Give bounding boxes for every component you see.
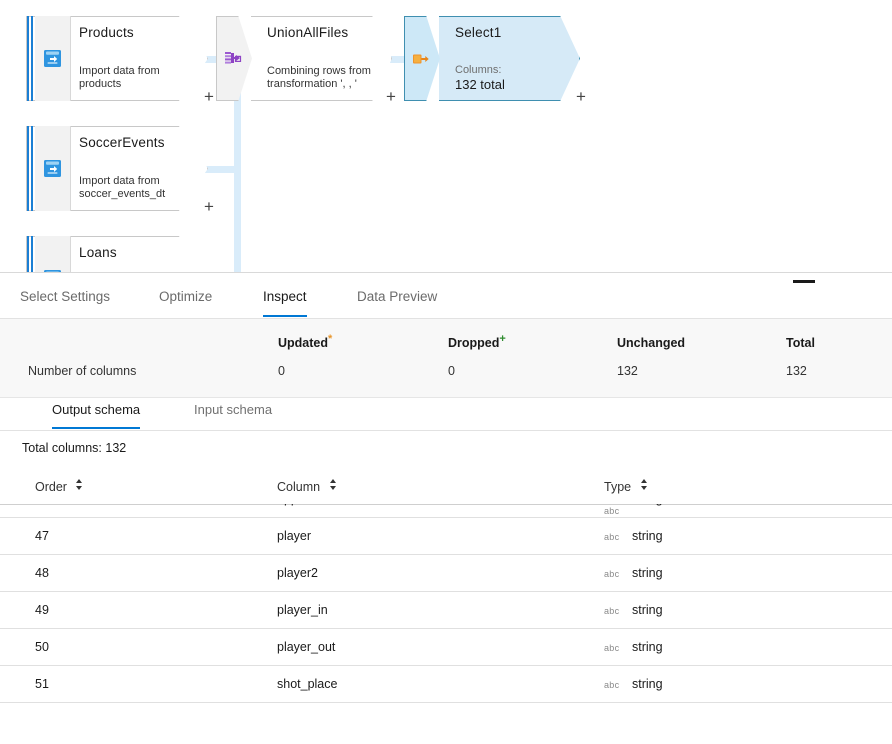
stats-header-total: Total (786, 336, 815, 350)
schema-tab-bar: Output schema Input schema (0, 397, 892, 431)
schema-grid-body[interactable]: 46 opponent abc string 47 player abc str… (0, 504, 892, 729)
cell-column: opponent (277, 504, 329, 506)
inspect-panel: Select Settings Optimize Inspect Data Pr… (0, 272, 892, 744)
union-icon (216, 16, 252, 101)
add-node-plus-button[interactable]: + (386, 88, 396, 105)
type-abc-icon: abc (604, 680, 620, 690)
table-row[interactable]: 46 opponent abc string (0, 504, 892, 518)
select-icon (404, 16, 440, 101)
sort-toggle-icon[interactable] (640, 479, 648, 493)
type-abc-icon: abc (604, 506, 620, 516)
cell-column: player2 (277, 566, 318, 580)
column-header-column[interactable]: Column (277, 479, 337, 494)
add-node-plus-button[interactable]: + (576, 88, 586, 105)
stats-header-unchanged: Unchanged (617, 336, 686, 350)
type-abc-icon: abc (604, 606, 620, 616)
cell-type: string (632, 640, 663, 654)
tab-select-settings[interactable]: Select Settings (20, 283, 110, 317)
cell-type: string (632, 603, 663, 617)
node-meta-label: Columns: (455, 64, 502, 76)
schema-grid-header: Order Column Type (0, 476, 892, 505)
cell-order: 46 (35, 504, 49, 506)
node-text: SoccerEvents Import data from soccer_eve… (72, 126, 208, 211)
node-meta-value: 132 total (455, 77, 505, 92)
cell-order: 47 (35, 529, 49, 543)
tab-optimize[interactable]: Optimize (159, 283, 212, 317)
total-columns-label: Total columns: 132 (22, 441, 127, 455)
source-accent-bars (26, 126, 34, 211)
cell-column: player_in (277, 603, 328, 617)
tab-inspect[interactable]: Inspect (263, 283, 307, 317)
source-import-icon (35, 126, 71, 211)
cell-type: string (632, 529, 663, 543)
cell-type: string (632, 566, 663, 580)
cell-order: 49 (35, 603, 49, 617)
node-title: Loans (79, 245, 117, 260)
panel-tab-bar: Select Settings Optimize Inspect Data Pr… (0, 283, 892, 319)
source-import-icon (35, 236, 71, 272)
cell-column: shot_place (277, 677, 338, 691)
dropped-marker-icon: + (499, 332, 506, 345)
table-row[interactable]: 48 player2 abc string (0, 555, 892, 592)
node-unionallfiles[interactable]: UnionAllFiles Combining rows from transf… (216, 16, 396, 105)
table-row[interactable]: 50 player_out abc string (0, 629, 892, 666)
tab-input-schema[interactable]: Input schema (194, 397, 272, 429)
cell-type: string (632, 504, 663, 506)
stats-row-label: Number of columns (28, 364, 137, 378)
tab-data-preview[interactable]: Data Preview (357, 283, 437, 317)
column-header-order[interactable]: Order (35, 479, 83, 494)
source-import-icon (35, 16, 71, 101)
node-text: Select1 Columns: 132 total (448, 16, 580, 101)
type-abc-icon: abc (604, 643, 620, 653)
column-header-type[interactable]: Type (604, 479, 648, 494)
node-title: UnionAllFiles (267, 25, 349, 40)
source-accent-bars (26, 16, 34, 101)
cell-column: player_out (277, 640, 336, 654)
column-stats-strip: Number of columns Updated* Dropped+ Unch… (0, 319, 892, 398)
cell-column: player (277, 529, 312, 543)
stats-value-total: 132 (786, 364, 807, 378)
node-subtitle: Import data from products (79, 65, 160, 90)
node-products[interactable]: Products Import data from products + (26, 16, 214, 105)
node-loans[interactable]: Loans (26, 236, 208, 272)
cell-order: 48 (35, 566, 49, 580)
node-meta: Columns: 132 total (455, 64, 568, 91)
node-text: Loans (72, 236, 208, 272)
tab-output-schema[interactable]: Output schema (52, 397, 141, 429)
stats-header-dropped: Dropped+ (448, 332, 506, 350)
updated-marker-icon: * (328, 332, 333, 345)
stats-value-updated: 0 (278, 364, 285, 378)
data-flow-canvas[interactable]: Products Import data from products + Soc… (0, 0, 892, 272)
node-subtitle: Import data from soccer_events_dt (79, 175, 166, 200)
node-text: UnionAllFiles Combining rows from transf… (260, 16, 392, 101)
add-node-plus-button[interactable]: + (204, 88, 214, 105)
node-text: Products Import data from products (72, 16, 208, 101)
node-select1[interactable]: Select1 Columns: 132 total + (404, 16, 586, 105)
node-title: Select1 (455, 25, 502, 40)
cell-order: 51 (35, 677, 49, 691)
sort-toggle-icon[interactable] (75, 479, 83, 493)
table-row[interactable]: 51 shot_place abc string (0, 666, 892, 703)
table-row[interactable]: 49 player_in abc string (0, 592, 892, 629)
source-accent-bars (26, 236, 34, 272)
sort-toggle-icon[interactable] (329, 479, 337, 493)
stats-header-updated: Updated* (278, 332, 333, 350)
stats-value-dropped: 0 (448, 364, 455, 378)
stats-value-unchanged: 132 (617, 364, 638, 378)
cell-order: 50 (35, 640, 49, 654)
node-title: Products (79, 25, 134, 40)
type-abc-icon: abc (604, 532, 620, 542)
cell-type: string (632, 677, 663, 691)
node-soccerevents[interactable]: SoccerEvents Import data from soccer_eve… (26, 126, 214, 215)
type-abc-icon: abc (604, 569, 620, 579)
table-row[interactable]: 47 player abc string (0, 518, 892, 555)
node-title: SoccerEvents (79, 135, 165, 150)
add-node-plus-button[interactable]: + (204, 198, 214, 215)
node-subtitle: Combining rows from transformation ', , … (267, 65, 371, 90)
